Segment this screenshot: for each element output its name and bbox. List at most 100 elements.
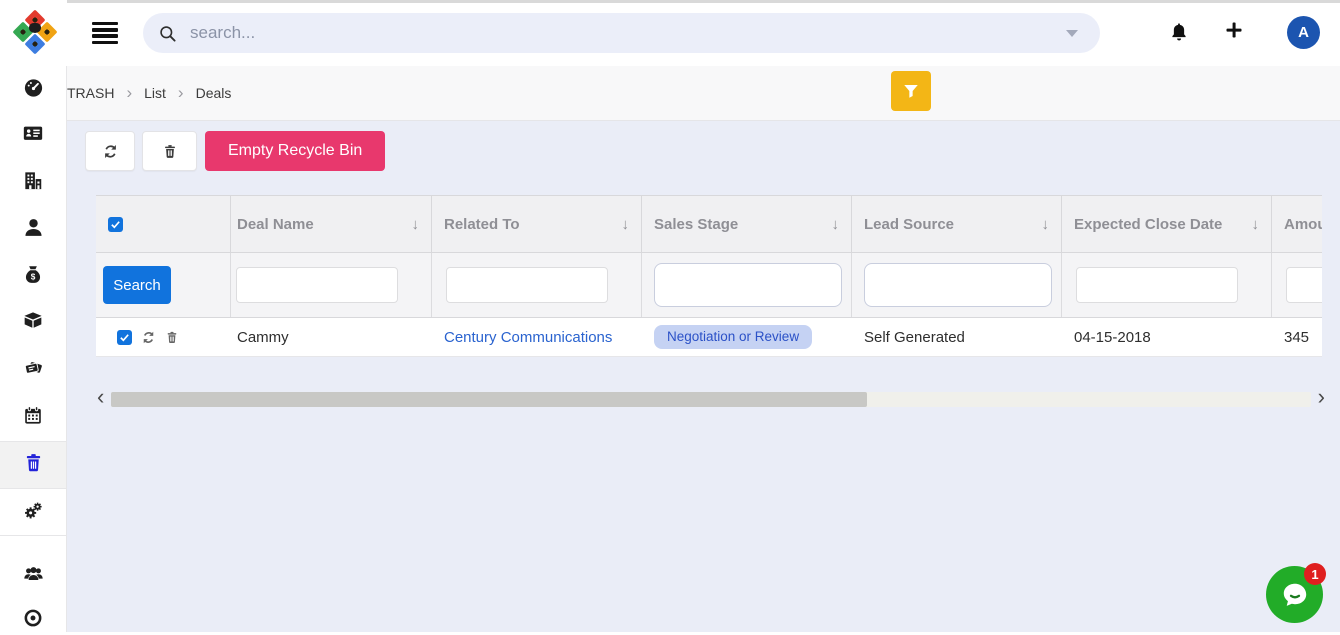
scrollbar-track[interactable] xyxy=(111,392,1310,407)
sidebar-divider xyxy=(0,535,66,536)
svg-text:$: $ xyxy=(31,272,36,281)
search-button[interactable]: Search xyxy=(103,266,171,304)
cell-expected-close-date: 04-15-2018 xyxy=(1062,318,1272,356)
sidebar-item-companies[interactable] xyxy=(0,163,66,197)
column-header-related-to[interactable]: Related To ↓ xyxy=(432,196,642,252)
row-restore-icon[interactable] xyxy=(141,330,156,345)
sales-stage-filter-input[interactable] xyxy=(654,263,842,307)
column-header-lead-source[interactable]: Lead Source ↓ xyxy=(852,196,1062,252)
sidebar-item-calendar[interactable] xyxy=(0,398,66,432)
sidebar-item-dashboard[interactable] xyxy=(0,70,66,104)
filter-cell-lead-source xyxy=(852,253,1062,317)
sort-arrow-icon[interactable]: ↓ xyxy=(412,216,420,233)
column-header-expected-close-date[interactable]: Expected Close Date ↓ xyxy=(1062,196,1272,252)
sort-arrow-icon[interactable]: ↓ xyxy=(622,216,630,233)
search-input[interactable] xyxy=(188,22,1066,44)
user-group-icon xyxy=(21,563,46,585)
sidebar-item-invoices[interactable] xyxy=(0,350,66,384)
user-icon xyxy=(22,216,45,239)
breadcrumb-separator-icon: › xyxy=(126,84,132,103)
trash-icon xyxy=(23,451,44,474)
select-all-checkbox[interactable] xyxy=(108,217,123,232)
notifications-bell-icon[interactable] xyxy=(1168,21,1190,44)
horizontal-scrollbar: ‹ › xyxy=(97,387,1325,411)
row-tools-cell xyxy=(96,318,231,356)
settings-gears-icon xyxy=(21,499,45,522)
menu-hamburger-icon[interactable] xyxy=(92,22,118,44)
sidebar-item-settings[interactable] xyxy=(0,493,66,527)
sales-stage-badge: Negotiation or Review xyxy=(654,325,812,349)
search-cell: Search xyxy=(96,253,231,317)
cell-related-to: Century Communications xyxy=(432,318,642,356)
expected-close-date-filter-input[interactable] xyxy=(1076,267,1238,303)
column-header-deal-name[interactable]: Deal Name ↓ xyxy=(231,196,432,252)
deal-name-filter-input[interactable] xyxy=(236,267,398,303)
select-all-cell xyxy=(96,196,231,252)
chat-unread-badge: 1 xyxy=(1304,563,1326,585)
sidebar-divider xyxy=(0,441,66,442)
table-header-row: Deal Name ↓ Related To ↓ Sales Stage ↓ L… xyxy=(96,195,1322,253)
scroll-right-icon[interactable]: › xyxy=(1318,386,1325,412)
sidebar-item-products[interactable] xyxy=(0,303,66,337)
filter-cell-sales-stage xyxy=(642,253,852,317)
scrollbar-thumb[interactable] xyxy=(111,392,867,407)
search-icon xyxy=(158,24,177,43)
cell-sales-stage: Negotiation or Review xyxy=(642,318,852,356)
avatar-initial: A xyxy=(1298,24,1309,41)
search-caret-icon[interactable] xyxy=(1066,30,1078,37)
table-row: Cammy Century Communications Negotiation… xyxy=(96,318,1322,357)
breadcrumb-item-deals[interactable]: Deals xyxy=(196,85,232,101)
filter-funnel-icon xyxy=(902,82,920,100)
trash-icon xyxy=(162,143,178,160)
sort-arrow-icon[interactable]: ↓ xyxy=(832,216,840,233)
sidebar-item-people[interactable] xyxy=(0,210,66,244)
scroll-left-icon[interactable]: ‹ xyxy=(97,386,104,412)
dashboard-icon xyxy=(22,76,45,99)
contacts-card-icon xyxy=(21,122,45,144)
sidebar-divider xyxy=(0,488,66,489)
refresh-list-button[interactable] xyxy=(85,131,135,171)
amount-filter-input[interactable] xyxy=(1286,267,1322,303)
invoices-icon xyxy=(21,356,45,379)
deals-table: Deal Name ↓ Related To ↓ Sales Stage ↓ L… xyxy=(96,195,1322,357)
sort-arrow-icon[interactable]: ↓ xyxy=(1042,216,1050,233)
table-filter-row: Search xyxy=(96,253,1322,318)
main-content: Empty Recycle Bin Deal Name ↓ Related To… xyxy=(67,121,1340,632)
breadcrumb-separator-icon: › xyxy=(178,84,184,103)
sidebar-item-contacts[interactable] xyxy=(0,116,66,150)
cell-lead-source: Self Generated xyxy=(852,318,1062,356)
top-bar: A xyxy=(0,0,1340,66)
sidebar-item-targets[interactable] xyxy=(0,601,66,635)
breadcrumb-item-trash[interactable]: TRASH xyxy=(67,85,114,101)
row-delete-icon[interactable] xyxy=(165,330,179,345)
sidebar-item-trash-active[interactable] xyxy=(0,445,66,479)
sidebar-item-deals[interactable]: $ xyxy=(0,257,66,291)
lead-source-filter-input[interactable] xyxy=(864,263,1052,307)
global-search[interactable] xyxy=(143,13,1100,53)
target-icon xyxy=(22,607,44,629)
breadcrumb-bar: TRASH › List › Deals xyxy=(67,66,1340,121)
app-logo[interactable] xyxy=(11,8,59,56)
cell-deal-name: Cammy xyxy=(231,318,432,356)
refresh-icon xyxy=(102,143,119,160)
chat-widget[interactable]: 1 xyxy=(1266,566,1323,623)
filter-cell-amount xyxy=(1272,253,1322,317)
calendar-icon xyxy=(22,404,44,427)
column-header-sales-stage[interactable]: Sales Stage ↓ xyxy=(642,196,852,252)
delete-selected-button[interactable] xyxy=(142,131,197,171)
company-building-icon xyxy=(21,169,45,192)
breadcrumb-item-list[interactable]: List xyxy=(144,85,166,101)
sidebar-item-groups[interactable] xyxy=(0,557,66,591)
filter-cell-deal-name xyxy=(231,253,432,317)
cell-amount: 345 xyxy=(1272,318,1322,356)
quick-create-plus-icon[interactable] xyxy=(1224,20,1244,40)
column-header-amount[interactable]: Amount ↓ xyxy=(1272,196,1322,252)
sort-arrow-icon[interactable]: ↓ xyxy=(1252,216,1260,233)
related-to-link[interactable]: Century Communications xyxy=(444,329,612,346)
empty-recycle-bin-button[interactable]: Empty Recycle Bin xyxy=(205,131,385,171)
row-checkbox[interactable] xyxy=(117,330,132,345)
user-avatar[interactable]: A xyxy=(1287,16,1320,49)
filter-cell-expected-close-date xyxy=(1062,253,1272,317)
related-to-filter-input[interactable] xyxy=(446,267,608,303)
filter-button[interactable] xyxy=(891,71,931,111)
